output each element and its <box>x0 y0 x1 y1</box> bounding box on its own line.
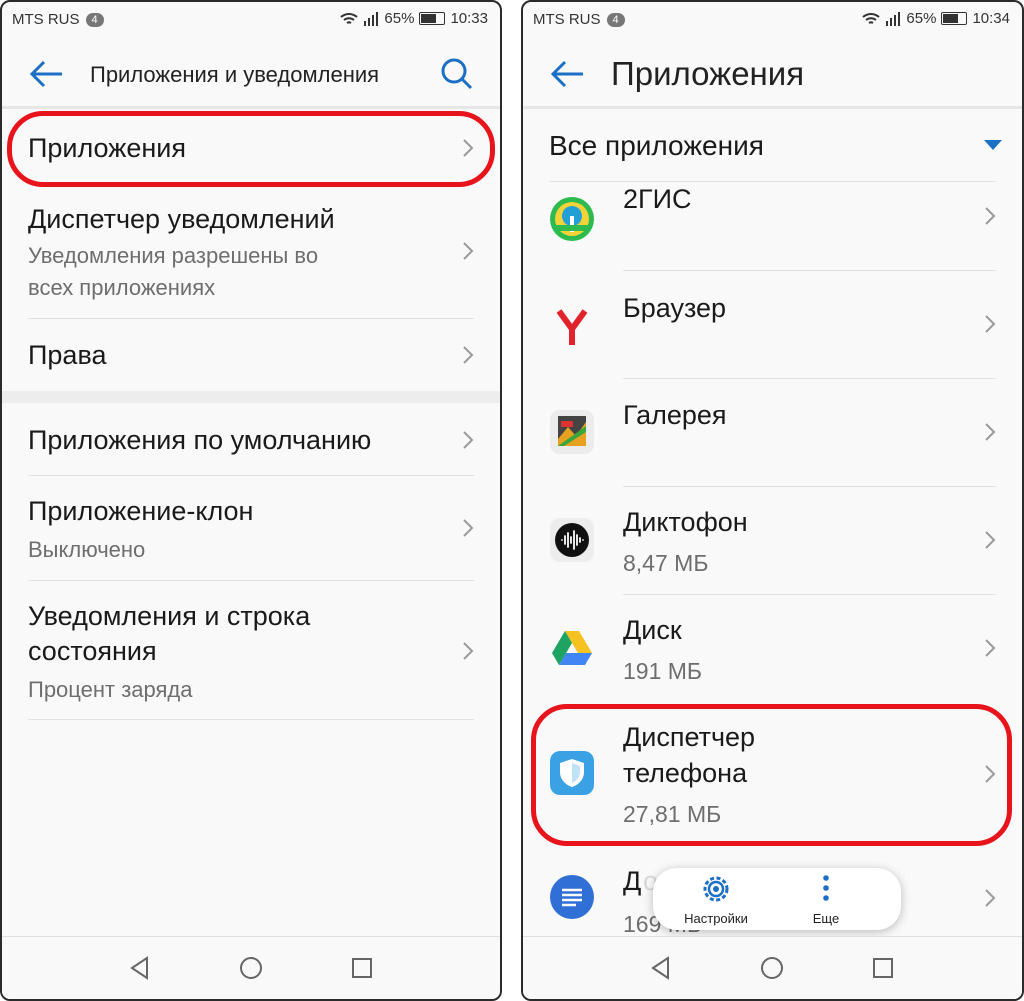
chevron-right-icon <box>985 423 996 441</box>
battery-percent: 65% <box>384 10 415 27</box>
docs-icon <box>550 875 594 919</box>
nav-home-icon[interactable] <box>238 955 264 981</box>
chevron-right-icon <box>985 207 996 225</box>
page-title: Приложения и уведомления <box>90 62 380 87</box>
recorder-icon <box>550 518 594 562</box>
chevron-right-icon <box>985 315 996 333</box>
menu-item-subtitle: всех приложениях <box>28 275 216 300</box>
gear-icon <box>703 876 729 902</box>
signal-icon <box>364 11 379 26</box>
highlight-ring <box>531 704 1012 846</box>
app-bar: Приложения <box>523 42 1022 109</box>
app-row-recorder[interactable]: Диктофон 8,47 МБ <box>523 487 1022 594</box>
nav-home-icon[interactable] <box>759 955 785 981</box>
battery-icon <box>941 12 968 25</box>
status-bar: MTS RUS 4 65% 10:34 <box>523 2 1022 38</box>
app-name: Браузер <box>623 293 727 323</box>
more-label: Еще <box>812 911 840 926</box>
floating-action-menu: Настройки Еще <box>653 868 901 930</box>
wifi-icon <box>862 12 881 24</box>
app-name: Диктофон <box>623 507 748 537</box>
battery-percent: 65% <box>906 10 937 27</box>
navigation-bar <box>2 936 500 999</box>
menu-item-permissions[interactable]: Права <box>2 319 500 391</box>
2gis-icon <box>550 197 594 241</box>
app-row-browser[interactable]: Браузер <box>523 271 1022 378</box>
back-arrow-icon[interactable] <box>26 56 66 92</box>
chevron-right-icon <box>463 642 474 660</box>
menu-item-default-apps[interactable]: Приложения по умолчанию <box>2 403 500 475</box>
back-arrow-icon[interactable] <box>547 56 587 92</box>
app-row-gallery[interactable]: Галерея <box>523 379 1022 486</box>
carrier-label: MTS RUS 4 <box>533 11 625 28</box>
chevron-right-icon <box>463 346 474 364</box>
filter-dropdown[interactable]: Все приложения <box>523 109 1022 181</box>
menu-item-app-twin[interactable]: Приложение-клон Выключено <box>2 476 500 580</box>
menu-item-label: состояния <box>28 636 157 666</box>
nav-back-icon[interactable] <box>127 955 153 981</box>
menu-item-notifications-status-bar[interactable]: Уведомления и строка состояния Процент з… <box>2 581 500 719</box>
menu-item-notification-manager[interactable]: Диспетчер уведомлений Уведомления разреш… <box>2 192 500 318</box>
carrier-label: MTS RUS 4 <box>12 11 104 28</box>
google-drive-icon <box>552 631 592 665</box>
search-icon[interactable] <box>440 57 474 91</box>
menu-item-subtitle: Процент заряда <box>28 677 193 702</box>
settings-button[interactable]: Настройки <box>671 874 761 926</box>
nav-back-icon[interactable] <box>648 955 674 981</box>
menu-item-subtitle: Уведомления разрешены во <box>28 243 319 268</box>
more-button[interactable]: Еще <box>781 874 871 926</box>
app-name: 2ГИС <box>623 184 692 214</box>
app-name: Диск <box>623 615 682 645</box>
menu-item-label: Уведомления и строка <box>28 601 311 631</box>
chevron-right-icon <box>463 431 474 449</box>
app-size: 8,47 МБ <box>623 550 709 576</box>
chevron-right-icon <box>463 519 474 537</box>
menu-item-label: Приложение-клон <box>28 496 254 526</box>
divider <box>28 719 474 720</box>
more-vertical-icon <box>823 875 829 901</box>
highlight-ring <box>7 111 495 187</box>
app-name: Д <box>623 866 642 896</box>
nav-recents-icon[interactable] <box>870 955 896 981</box>
app-row-drive[interactable]: Диск 191 МБ <box>523 595 1022 702</box>
status-bar: MTS RUS 4 65% 10:33 <box>2 2 500 38</box>
clock: 10:33 <box>450 10 488 27</box>
chevron-right-icon <box>463 242 474 260</box>
menu-item-subtitle: Выключено <box>28 537 146 562</box>
right-phone-screen: MTS RUS 4 65% 10:34 Приложения Все прилож… <box>521 0 1024 1001</box>
carrier-badge: 4 <box>606 13 625 27</box>
page-title: Приложения <box>611 55 805 92</box>
filter-label: Все приложения <box>549 130 764 161</box>
menu-item-label: Диспетчер уведомлений <box>28 204 335 234</box>
navigation-bar <box>523 936 1022 999</box>
clock: 10:34 <box>972 10 1010 27</box>
chevron-right-icon <box>985 531 996 549</box>
left-phone-screen: MTS RUS 4 65% 10:33 Приложения и уведомле… <box>0 0 502 1001</box>
app-size: 191 МБ <box>623 658 703 684</box>
dropdown-arrow-icon <box>984 140 1002 150</box>
signal-icon <box>886 11 901 26</box>
app-bar: Приложения и уведомления <box>2 42 500 109</box>
nav-recents-icon[interactable] <box>349 955 375 981</box>
carrier-badge: 4 <box>85 13 104 27</box>
menu-item-label: Приложения по умолчанию <box>28 425 372 455</box>
app-name: Галерея <box>623 400 727 430</box>
gallery-icon <box>550 410 594 454</box>
section-gap <box>2 391 500 403</box>
chevron-right-icon <box>985 639 996 657</box>
wifi-icon <box>340 12 359 24</box>
settings-label: Настройки <box>684 911 748 926</box>
app-row-2gis[interactable]: 2ГИС <box>523 182 1022 270</box>
chevron-right-icon <box>985 889 996 907</box>
battery-icon <box>419 12 446 25</box>
yandex-browser-icon <box>556 309 588 345</box>
menu-item-label: Права <box>28 340 107 370</box>
